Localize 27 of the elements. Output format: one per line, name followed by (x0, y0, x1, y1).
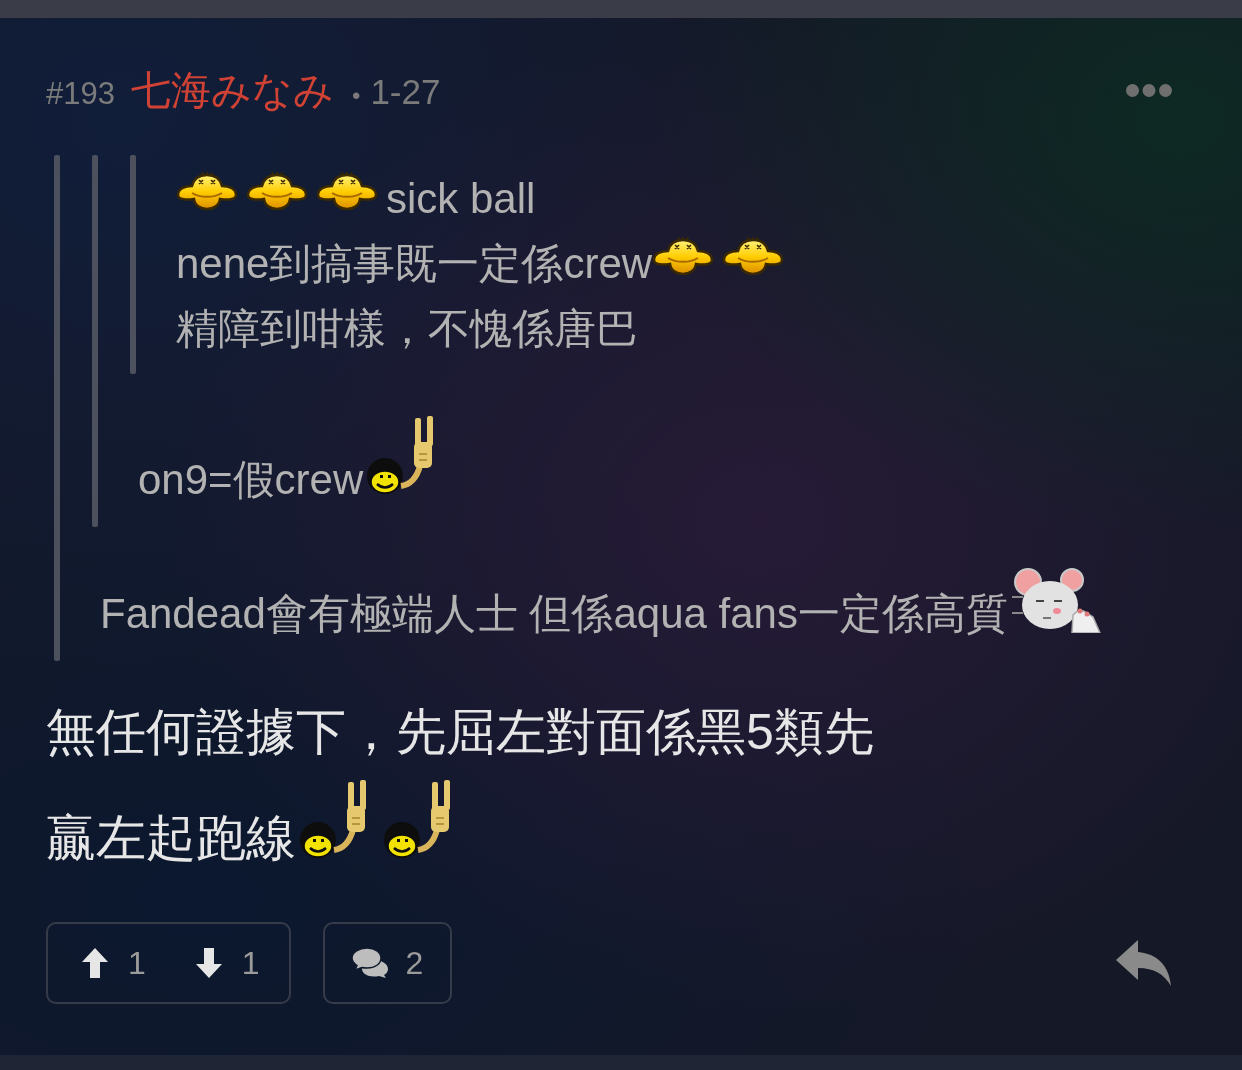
quote-text: Fandead會有極端人士 但係aqua fans一定係高質 (100, 589, 1008, 639)
upvote-button[interactable]: 1 (70, 933, 158, 993)
quote-text: on9=假crew (138, 455, 364, 505)
more-icon (1126, 83, 1172, 97)
more-button[interactable] (1126, 83, 1172, 97)
comment-button[interactable]: 2 (322, 922, 453, 1004)
reply-icon (1116, 940, 1172, 986)
downvote-button[interactable]: 1 (183, 933, 272, 993)
dizzy-face-icon (176, 171, 238, 211)
dizzy-face-icon (246, 171, 308, 211)
post-date: 1-27 (370, 71, 441, 113)
quote-text: sick ball (386, 174, 536, 224)
separator-dot: • (351, 81, 361, 111)
author-name[interactable]: 七海みなみ (130, 66, 334, 114)
dizzy-face-icon (652, 236, 715, 276)
speech-bubbles-icon (351, 948, 388, 978)
post-text: 贏左起跑線 (46, 809, 296, 868)
reply-button[interactable] (1116, 940, 1172, 986)
dizzy-face-icon (722, 236, 785, 276)
quote-text: nene到搞事既一定係crew (176, 239, 653, 289)
down-arrow-icon (195, 948, 222, 978)
post-number: #193 (46, 75, 115, 113)
dizzy-face-icon (316, 171, 378, 211)
up-arrow-icon (82, 948, 108, 978)
mouse-face-icon (1009, 567, 1102, 633)
quote-text: 精障到咁樣，不愧係唐巴 (176, 304, 638, 354)
post-text: 無任何證據下，先屈左對面係黑5類先 (46, 703, 874, 762)
